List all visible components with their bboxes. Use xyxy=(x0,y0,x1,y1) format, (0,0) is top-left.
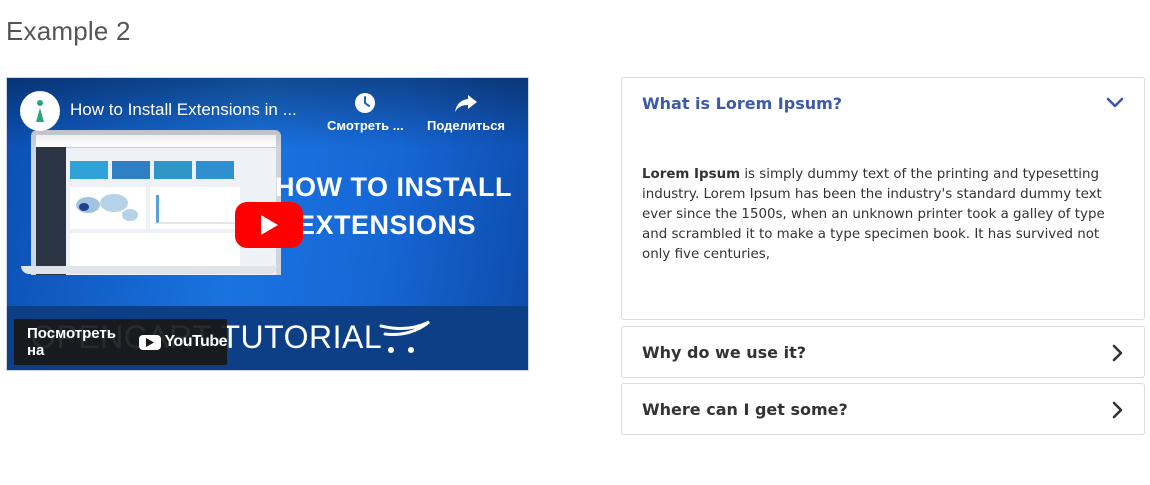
accordion-header-why-do-we-use-it[interactable]: Why do we use it? xyxy=(622,327,1144,377)
watch-on-label: Посмотреть на xyxy=(27,325,116,359)
accordion-header-where-can-i-get-some[interactable]: Where can I get some? xyxy=(622,384,1144,434)
accordion-title: Where can I get some? xyxy=(642,399,848,419)
chevron-right-icon xyxy=(1110,401,1124,423)
share-arrow-icon xyxy=(455,95,478,112)
accordion-body: Lorem Ipsum is simply dummy text of the … xyxy=(622,129,1144,265)
watch-on-youtube-button[interactable]: Посмотреть на YouTube xyxy=(14,319,227,365)
page-heading: Example 2 xyxy=(6,16,131,46)
youtube-video-embed[interactable]: HOW TO INSTALL EXTENSIONS How to Install… xyxy=(6,77,529,371)
accordion-item-where-can-i-get-some: Where can I get some? xyxy=(621,383,1145,435)
clock-icon xyxy=(355,93,376,113)
chevron-right-icon xyxy=(1110,344,1124,366)
channel-avatar[interactable] xyxy=(20,91,60,131)
play-button[interactable] xyxy=(235,202,303,248)
accordion-item-why-do-we-use-it: Why do we use it? xyxy=(621,326,1145,378)
play-icon xyxy=(261,215,278,235)
chevron-down-icon xyxy=(1106,95,1124,114)
youtube-play-icon xyxy=(139,334,162,350)
cart-logo-icon xyxy=(377,320,433,360)
accordion-body-strong: Lorem Ipsum xyxy=(642,167,741,182)
share-label: Поделиться xyxy=(427,118,506,133)
opencart-logo-icon xyxy=(36,100,44,122)
accordion-title: What is Lorem Ipsum? xyxy=(642,94,843,113)
watch-later-button[interactable]: Смотреть ... xyxy=(327,92,404,133)
laptop-base xyxy=(21,266,277,274)
accordion-header-what-is-lorem-ipsum[interactable]: What is Lorem Ipsum? xyxy=(622,78,1144,129)
accordion-item-what-is-lorem-ipsum: What is Lorem Ipsum? Lorem Ipsum is simp… xyxy=(621,77,1145,320)
share-button[interactable]: Поделиться xyxy=(427,92,505,133)
youtube-logo: YouTube xyxy=(139,333,227,351)
video-overlay-title: HOW TO INSTALL EXTENSIONS xyxy=(275,172,512,240)
accordion-title: Why do we use it? xyxy=(642,342,807,362)
watch-later-label: Смотреть ... xyxy=(327,118,404,133)
video-title[interactable]: How to Install Extensions in ... xyxy=(70,100,297,120)
